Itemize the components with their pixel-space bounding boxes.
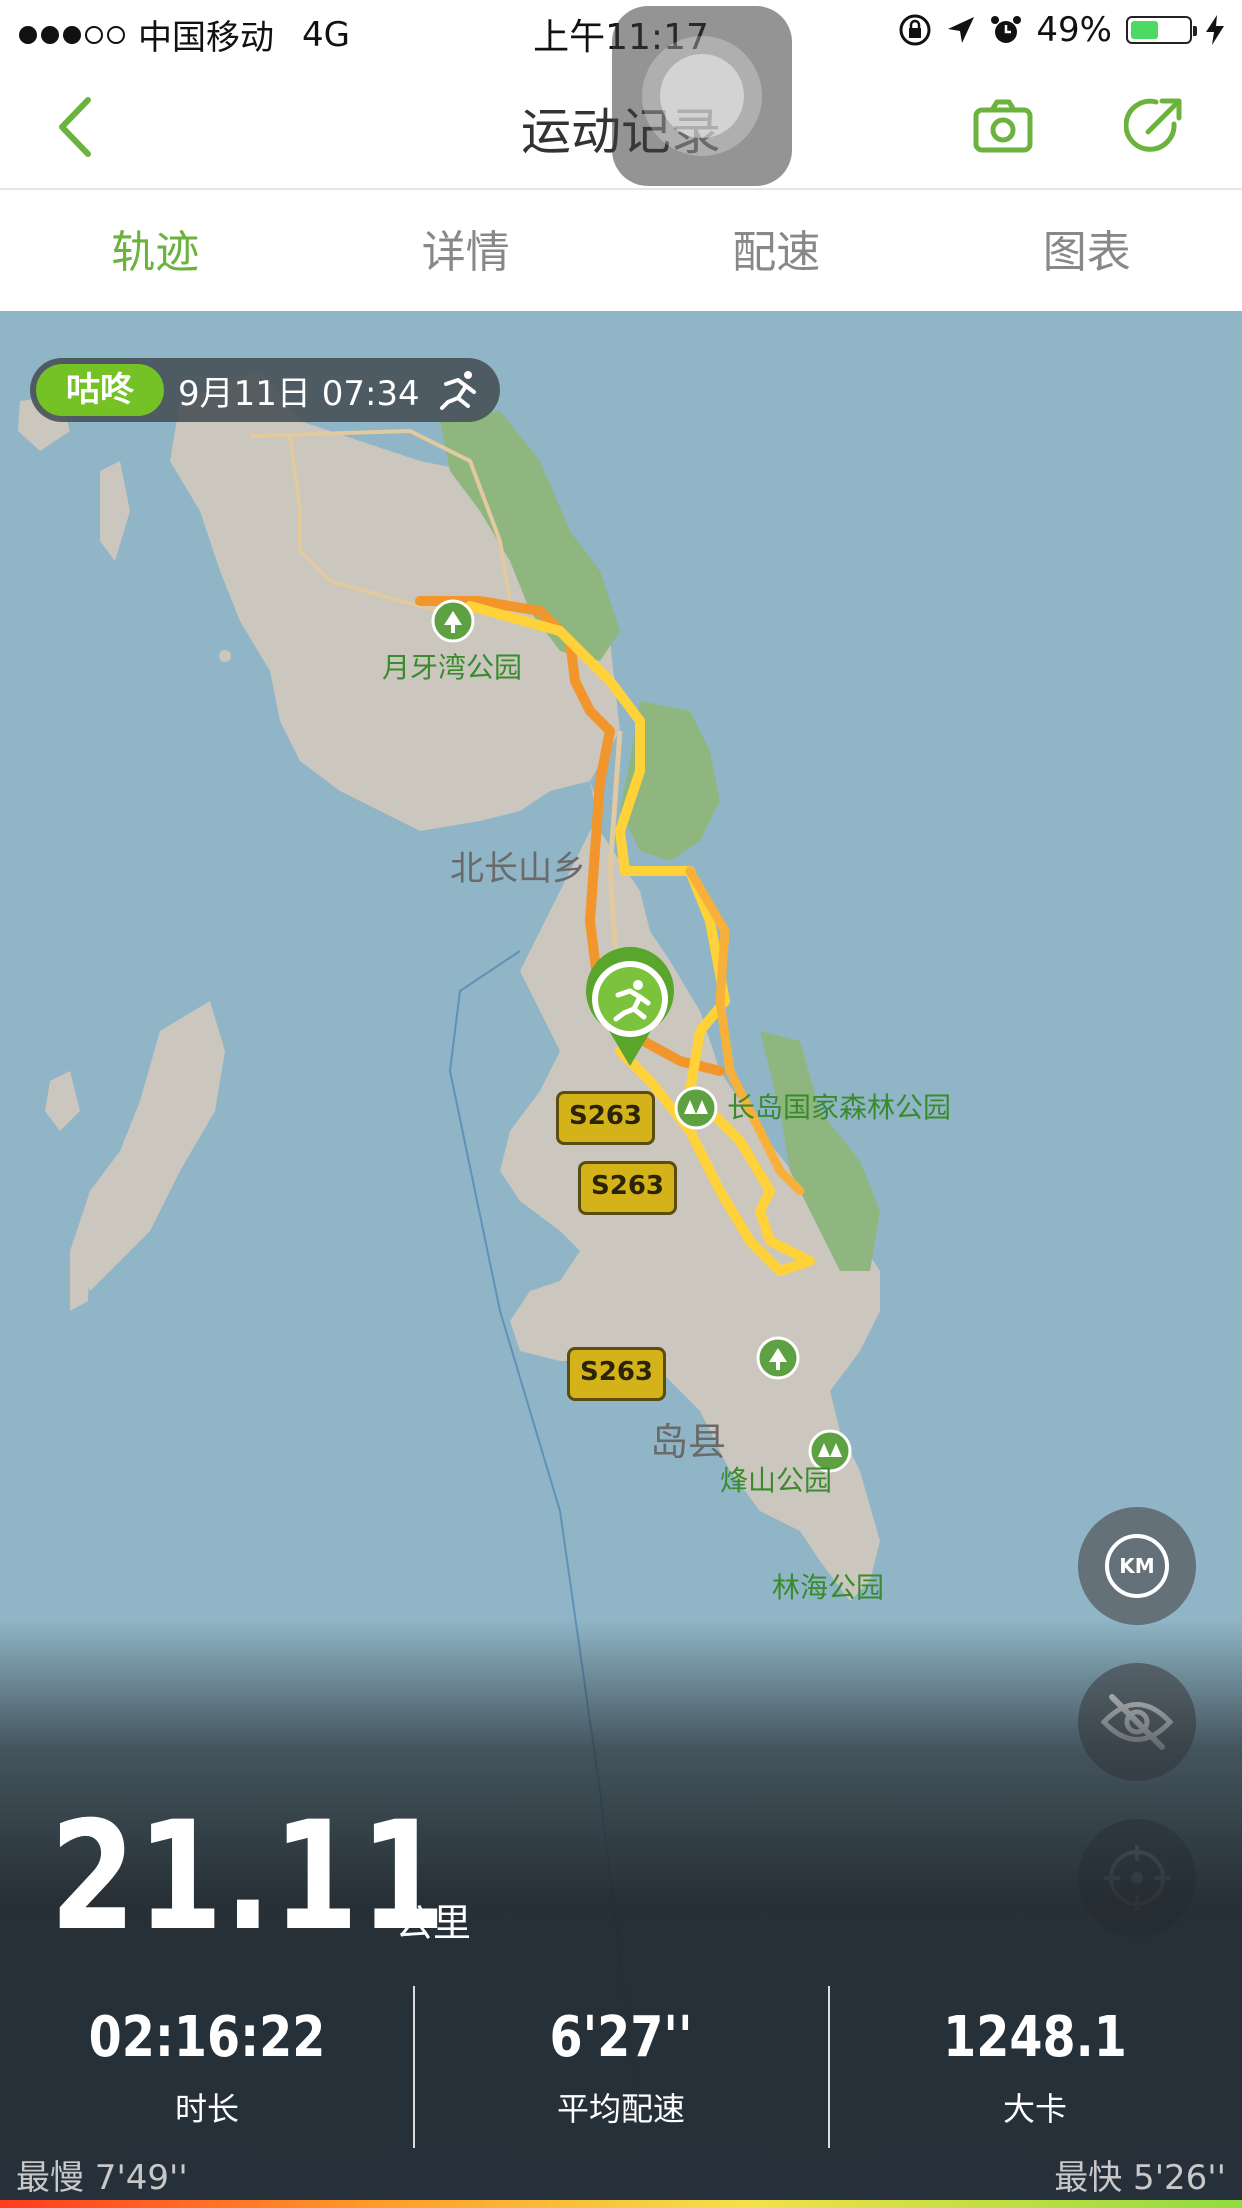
islet-west-2 <box>100 461 130 561</box>
alarm-icon <box>991 16 1022 43</box>
svg-text:KM: KM <box>1119 1554 1154 1578</box>
road-shield-s263-2: S263 <box>578 1161 677 1215</box>
duration-label: 时长 <box>174 2090 239 2128</box>
tab-details[interactable]: 详情 <box>311 190 622 310</box>
assistive-touch-button[interactable] <box>612 6 792 186</box>
camera-icon[interactable] <box>972 96 1034 158</box>
duration-value: 02:16:22 <box>88 2005 326 2070</box>
map-label-town: 北长山乡 <box>450 849 586 889</box>
islet-west-4 <box>70 1246 90 1311</box>
charging-bolt-icon <box>1206 15 1224 45</box>
map-label-forest-park: 长岛国家森林公园 <box>727 1091 952 1124</box>
share-icon[interactable] <box>1124 94 1186 156</box>
tab-track[interactable]: 轨迹 <box>0 190 311 310</box>
rotation-lock-icon <box>899 14 931 46</box>
km-markers-button[interactable]: KM <box>1078 1507 1196 1625</box>
avg-pace-value: 6'27'' <box>549 2005 693 2070</box>
islet-dot <box>219 650 231 662</box>
assistive-touch-ring-inner <box>660 54 744 138</box>
road-shield-s263-3: S263 <box>567 1347 666 1401</box>
map-label-park-feng: 烽山公园 <box>720 1464 833 1497</box>
pace-fastest: 最快 5'26'' <box>1054 2158 1226 2198</box>
record-datetime: 9月11日 07:34 <box>178 373 420 414</box>
distance-value: 21.11 <box>50 1790 448 1964</box>
tab-pace[interactable]: 配速 <box>621 190 932 310</box>
pace-gradient-bar <box>0 2200 1242 2208</box>
avg-pace-label: 平均配速 <box>556 2090 685 2128</box>
map-label-park-moon-bay: 月牙湾公园 <box>382 651 523 684</box>
park-pin-south <box>756 1336 800 1380</box>
stat-calories: 1248.1 大卡 <box>828 2005 1242 2130</box>
km-icon: KM <box>1105 1534 1169 1598</box>
tab-charts[interactable]: 图表 <box>932 190 1242 310</box>
pace-slowest: 最慢 7'49'' <box>16 2158 188 2198</box>
island-west <box>70 1001 225 1291</box>
islet-west-3 <box>45 1071 80 1131</box>
battery-fill <box>1131 21 1158 39</box>
stat-avg-pace: 6'27'' 平均配速 <box>414 2005 828 2130</box>
road-shield-s263-1: S263 <box>556 1091 655 1145</box>
app-tag: 咕咚 <box>36 364 164 416</box>
calories-label: 大卡 <box>1002 2090 1067 2128</box>
record-info-pill: 咕咚 9月11日 07:34 <box>30 358 500 422</box>
status-right: 49% <box>898 10 1224 50</box>
map-label-park-linhai: 林海公园 <box>772 1571 885 1604</box>
park-pin-north <box>431 599 475 643</box>
distance-unit: 公里 <box>395 1901 472 1945</box>
running-icon <box>439 371 476 410</box>
map-label-county: 岛县 <box>650 1420 727 1464</box>
battery-percent: 49% <box>1036 10 1112 50</box>
park-pin-forest <box>674 1086 718 1130</box>
battery-icon <box>1126 16 1197 44</box>
stat-duration: 02:16:22 时长 <box>0 2005 414 2130</box>
location-arrow-icon <box>948 17 975 43</box>
calories-value: 1248.1 <box>943 2005 1127 2070</box>
tab-bar: 轨迹 详情 配速 图表 <box>0 190 1242 310</box>
